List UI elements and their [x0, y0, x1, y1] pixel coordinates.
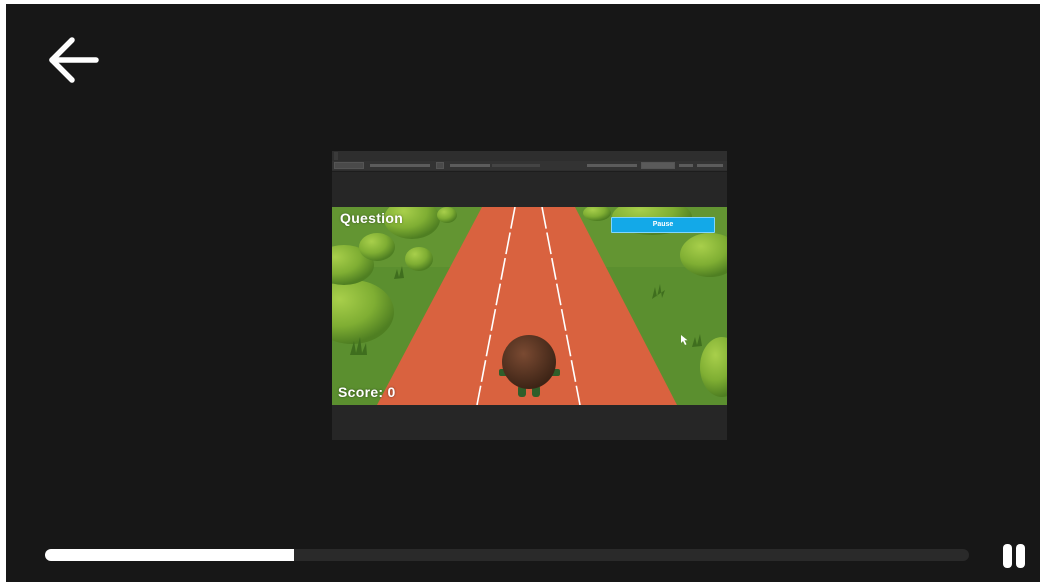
game-view: Question Pause Score: 0	[332, 207, 727, 405]
editor-toolbar-strip	[332, 161, 727, 170]
game-pause-button[interactable]: Pause	[611, 217, 715, 233]
pause-button[interactable]	[1000, 542, 1028, 570]
editor-toolbar	[332, 151, 727, 172]
arrow-left-icon	[49, 37, 99, 83]
video-progress-bar[interactable]	[45, 549, 969, 561]
question-label: Question	[340, 210, 404, 226]
score-label: Score: 0	[338, 384, 396, 400]
video-player: Question Pause Score: 0	[6, 4, 1040, 582]
editor-tab	[334, 152, 338, 160]
back-button[interactable]	[46, 34, 102, 86]
game-scene	[332, 207, 727, 405]
video-frame: Question Pause Score: 0	[332, 151, 727, 440]
player-character	[502, 335, 556, 389]
video-progress-fill	[45, 549, 295, 561]
